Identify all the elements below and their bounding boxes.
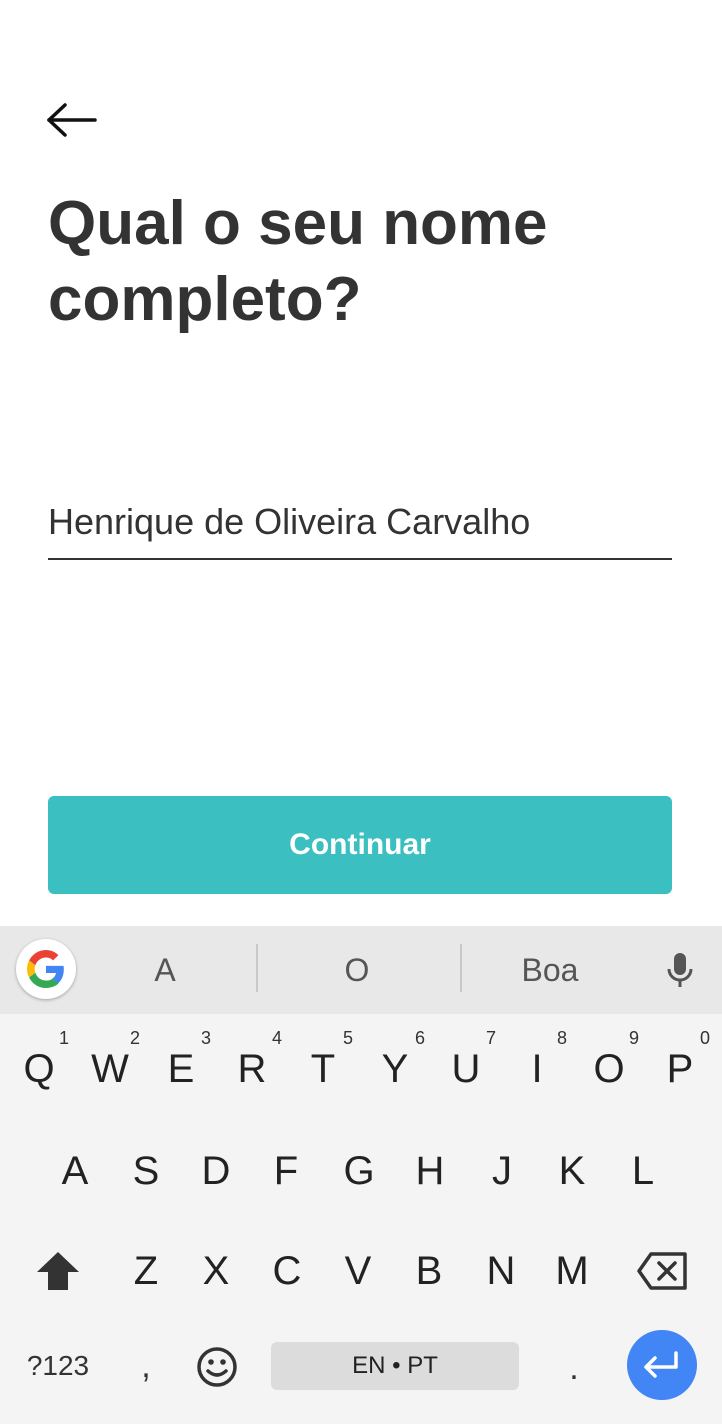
key-hint: 5 — [342, 1028, 353, 1048]
space-key[interactable]: EN • PT — [271, 1342, 519, 1390]
key-label: T — [310, 1046, 336, 1091]
key-label: R — [237, 1046, 267, 1091]
backspace-icon — [637, 1252, 687, 1290]
shift-key[interactable] — [24, 1228, 92, 1314]
key-hint: 7 — [485, 1028, 496, 1048]
key-l[interactable]: L — [607, 1128, 679, 1214]
key-hint: 2 — [129, 1028, 140, 1048]
back-button[interactable] — [38, 92, 106, 148]
key-j[interactable]: J — [466, 1128, 538, 1214]
arrow-left-icon — [47, 103, 97, 137]
suggestion-2[interactable]: O — [312, 948, 402, 992]
key-hint: 9 — [628, 1028, 639, 1048]
enter-key[interactable] — [627, 1330, 697, 1400]
emoji-key[interactable] — [190, 1340, 244, 1394]
key-w[interactable]: W2 — [74, 1026, 146, 1112]
key-k[interactable]: K — [536, 1128, 608, 1214]
key-r[interactable]: R4 — [216, 1026, 288, 1112]
key-t[interactable]: T5 — [287, 1026, 359, 1112]
key-label: I — [531, 1046, 543, 1091]
suggestion-bar: A O Boa — [0, 926, 722, 1014]
key-label: Y — [381, 1046, 409, 1091]
key-g[interactable]: G — [323, 1128, 395, 1214]
period-key[interactable]: . — [556, 1338, 592, 1398]
key-d[interactable]: D — [180, 1128, 252, 1214]
key-n[interactable]: N — [465, 1228, 537, 1314]
mic-button[interactable] — [656, 946, 704, 994]
enter-icon — [644, 1351, 678, 1378]
suggestion-divider — [256, 944, 258, 992]
key-b[interactable]: B — [393, 1228, 465, 1314]
key-hint: 0 — [699, 1028, 710, 1048]
shift-icon — [37, 1252, 79, 1290]
key-u[interactable]: U7 — [430, 1026, 502, 1112]
key-v[interactable]: V — [322, 1228, 394, 1314]
key-label: O — [593, 1046, 625, 1091]
key-label: P — [666, 1046, 694, 1091]
google-button[interactable] — [16, 939, 76, 999]
continue-button[interactable]: Continuar — [48, 796, 672, 894]
on-screen-keyboard: A O Boa Q1 W2 E3 R4 T5 Y6 U7 I8 O9 P0 A … — [0, 926, 722, 1424]
key-hint: 6 — [414, 1028, 425, 1048]
full-name-input[interactable] — [48, 486, 672, 560]
key-e[interactable]: E3 — [145, 1026, 217, 1112]
key-label: W — [91, 1046, 129, 1091]
key-hint: 1 — [58, 1028, 69, 1048]
key-label: Q — [23, 1046, 55, 1091]
key-c[interactable]: C — [251, 1228, 323, 1314]
key-y[interactable]: Y6 — [359, 1026, 431, 1112]
key-hint: 8 — [556, 1028, 567, 1048]
key-h[interactable]: H — [394, 1128, 466, 1214]
key-hint: 4 — [271, 1028, 282, 1048]
key-x[interactable]: X — [180, 1228, 252, 1314]
key-z[interactable]: Z — [110, 1228, 182, 1314]
key-o[interactable]: O9 — [573, 1026, 645, 1112]
key-i[interactable]: I8 — [501, 1026, 573, 1112]
suggestion-1[interactable]: A — [120, 948, 210, 992]
key-hint: 3 — [200, 1028, 211, 1048]
key-s[interactable]: S — [110, 1128, 182, 1214]
key-label: U — [451, 1046, 481, 1091]
mic-icon — [667, 953, 693, 987]
key-a[interactable]: A — [39, 1128, 111, 1214]
key-label: E — [167, 1046, 195, 1091]
key-q[interactable]: Q1 — [3, 1026, 75, 1112]
key-f[interactable]: F — [250, 1128, 322, 1214]
suggestion-divider — [460, 944, 462, 992]
symbols-key[interactable]: ?123 — [14, 1340, 102, 1392]
key-p[interactable]: P0 — [644, 1026, 716, 1112]
backspace-key[interactable] — [626, 1228, 698, 1314]
suggestion-3[interactable]: Boa — [500, 948, 600, 992]
emoji-icon — [197, 1347, 237, 1387]
key-m[interactable]: M — [536, 1228, 608, 1314]
comma-key[interactable]: , — [128, 1336, 164, 1396]
google-icon — [27, 950, 64, 988]
page-title: Qual o seu nome completo? — [48, 189, 548, 334]
